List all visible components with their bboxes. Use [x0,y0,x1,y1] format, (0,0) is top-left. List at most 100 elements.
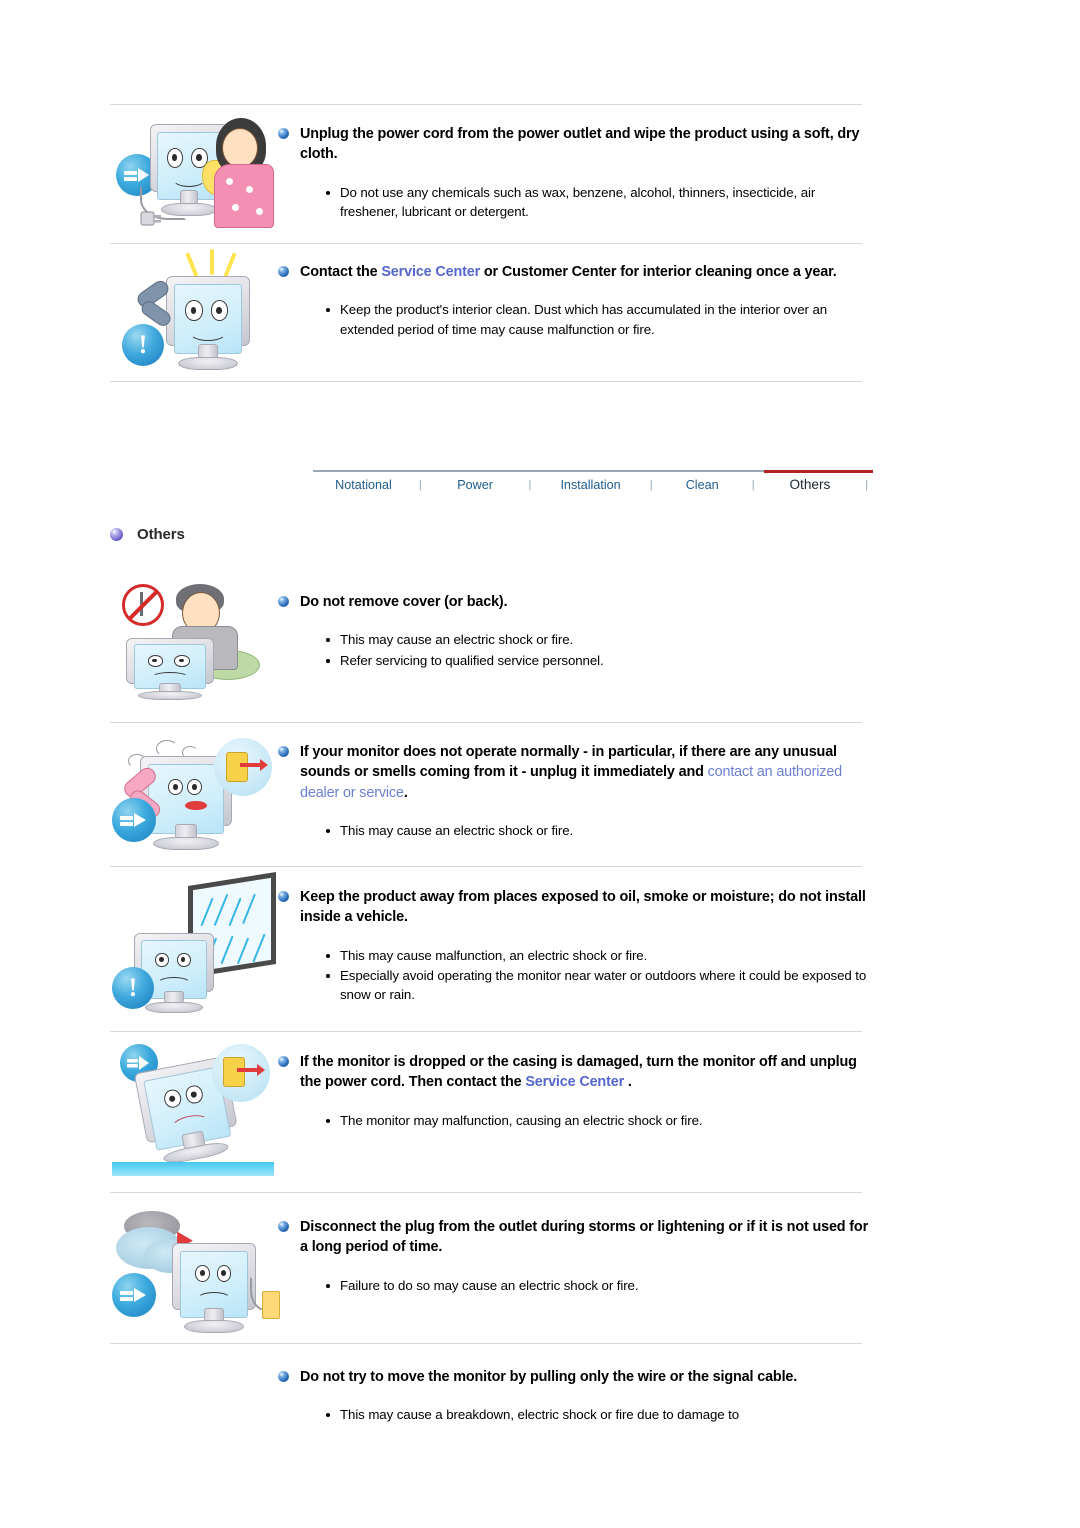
notes-list: This may cause an electric shock or fire… [278,630,870,670]
eye-left [147,655,163,667]
eye-left [163,1088,183,1110]
blue-bullet-icon [278,891,289,902]
text-column: If the monitor is dropped or the casing … [278,1040,870,1131]
illustration-monitor-with-phone: ! [110,249,278,375]
headline: Do not remove cover (or back). [278,592,870,612]
illustration-tilting-damaged-monitor [110,1040,278,1180]
headline-text: Disconnect the plug from the outlet duri… [300,1219,869,1256]
divider [110,722,862,723]
eye-left [168,778,184,796]
screwdriver-icon [140,592,143,616]
unplug-glyph-icon [120,813,146,827]
headline: If the monitor is dropped or the casing … [278,1052,870,1093]
text-column: Do not remove cover (or back). This may … [278,580,870,671]
headline-text: Do not try to move the monitor by pullin… [300,1369,798,1385]
safety-instructions-page: Unplug the power cord from the power out… [0,0,1080,1528]
service-center-link[interactable]: Service Center [381,264,480,280]
section-tab-bar[interactable]: Notational | Power | Installation | Clea… [313,470,873,506]
monitor-base [183,1320,245,1333]
monitor-graphic [126,638,214,700]
tab-clean[interactable]: Clean [658,476,747,494]
safety-item-wipe-with-cloth: Unplug the power cord from the power out… [110,112,870,232]
inset-detail-circle [212,1044,270,1102]
blue-bullet-icon [278,746,289,757]
unplug-badge-icon [112,1273,156,1317]
service-center-link[interactable]: Service Center [525,1074,624,1090]
text-column: Unplug the power cord from the power out… [278,112,870,222]
monitor-base [138,691,202,700]
eye-left [166,147,183,168]
smoke-puff [156,740,178,757]
headline-text: Keep the product away from places expose… [300,889,866,926]
blue-bullet-icon [278,1056,289,1067]
note-item: This may cause an electric shock or fire… [326,821,870,840]
pull-arrow-icon [240,759,268,771]
others-section-heading: Others [110,526,185,543]
note-item: Do not use any chemicals such as wax, be… [326,183,870,222]
note-item: Especially avoid operating the monitor n… [326,966,870,1005]
note-item: Failure to do so may cause an electric s… [326,1276,870,1295]
eye-right [174,655,190,667]
text-column: Do not try to move the monitor by pullin… [278,1355,870,1426]
warning-badge-icon: ! [122,324,164,366]
eye-right [187,778,203,796]
blue-bullet-icon [278,596,289,607]
headline: Disconnect the plug from the outlet duri… [278,1217,870,1258]
notes-list: The monitor may malfunction, causing an … [278,1111,870,1130]
prohibition-badge-icon [122,584,164,626]
eye-right [184,1084,205,1106]
monitor-graphic [172,1243,256,1333]
eye-left [195,1265,210,1282]
illustration-man-opening-monitor-prohibited [110,580,278,700]
text-column: Disconnect the plug from the outlet duri… [278,1205,870,1296]
headline-text-part-2: or Customer Center for interior cleaning… [480,264,837,280]
headline: If your monitor does not operate normall… [278,742,870,803]
text-column: Contact the Service Center or Customer C… [278,250,870,340]
unplug-badge-icon [112,798,156,842]
safety-item-keep-away-from-moisture: ! Keep the product away from places expo… [110,872,870,1015]
tab-others[interactable]: Others [759,475,860,494]
inset-detail-circle [214,738,272,796]
tab-separator: | [751,478,755,491]
tab-separator: | [418,478,422,491]
notes-list: This may cause an electric shock or fire… [278,821,870,840]
blue-bullet-icon [278,128,289,139]
illustration-storm-cloud-unplug [110,1205,280,1335]
tab-notational[interactable]: Notational [313,476,414,494]
plug-end-icon [140,211,161,226]
blue-bullet-icon [278,1371,289,1382]
notes-list: Do not use any chemicals such as wax, be… [278,183,870,222]
safety-item-contact-service-center: ! Contact the Service Center or Customer… [110,249,870,375]
mouth [189,323,227,341]
notes-list: This may cause malfunction, an electric … [278,946,870,1005]
eye-right [176,952,191,968]
mouth [184,800,207,811]
others-label: Others [137,526,185,543]
blue-bullet-icon [278,1221,289,1232]
eye-right [210,300,229,321]
floor-bar [112,1162,274,1176]
note-item: Keep the product's interior clean. Dust … [326,300,870,339]
divider [110,1192,862,1193]
tab-installation[interactable]: Installation [536,476,645,494]
illustration-placeholder [110,1355,278,1455]
mouth [151,671,189,682]
illustration-woman-wiping-monitor [110,112,278,232]
monitor-base [145,1001,203,1013]
polka-dot [246,186,253,193]
headline: Do not try to move the monitor by pullin… [278,1367,870,1387]
monitor-graphic [166,276,250,370]
ray [185,252,199,278]
divider [110,1343,862,1344]
wall-outlet [226,752,248,782]
purple-sphere-icon [110,528,123,541]
polka-dot [256,208,263,215]
tab-list[interactable]: Notational | Power | Installation | Clea… [313,475,873,494]
headline: Keep the product away from places expose… [278,887,870,928]
headline-text: Do not remove cover (or back). [300,594,508,610]
tab-power[interactable]: Power [427,476,524,494]
person-torso [214,164,274,228]
note-item: This may cause malfunction, an electric … [326,946,870,965]
polka-dot [226,178,233,185]
note-item: This may cause an electric shock or fire… [326,630,870,649]
